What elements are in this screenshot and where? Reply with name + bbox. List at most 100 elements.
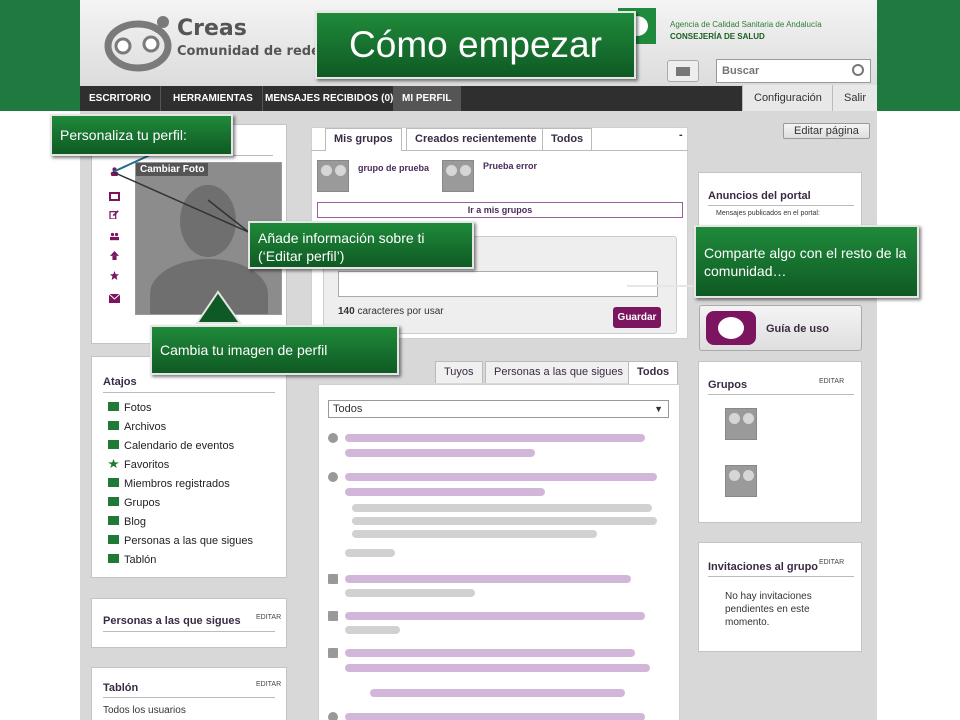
profile-icon[interactable] — [109, 167, 120, 176]
members-icon[interactable] — [109, 232, 120, 241]
upload-icon[interactable] — [109, 251, 120, 260]
feed-item-5-continued — [345, 664, 650, 672]
edit-icon[interactable] — [109, 210, 120, 219]
tab-todos-actividad[interactable]: Todos — [628, 361, 679, 384]
announcements-subtitle: Mensajes publicados en el portal: — [716, 210, 820, 217]
card-icon[interactable] — [109, 192, 120, 201]
shortcut-favoritos[interactable]: Favoritos — [124, 459, 169, 471]
agency-line-2: CONSEJERÍA DE SALUD — [670, 32, 765, 41]
group-link-2[interactable]: Prueba error — [483, 161, 537, 171]
tab-todos-grupos[interactable]: Todos — [542, 128, 593, 150]
group-link-1[interactable]: grupo de prueba — [358, 163, 429, 173]
group-avatar[interactable] — [725, 408, 757, 440]
save-button[interactable]: Guardar — [613, 307, 661, 328]
feed-timestamp — [345, 626, 400, 634]
shortcut-archivos[interactable]: Archivos — [124, 421, 166, 433]
groups-edit-link[interactable]: EDITAR — [819, 378, 844, 385]
edit-page-button[interactable]: Editar página — [783, 123, 870, 139]
nav-mensajes[interactable]: MENSAJES RECIBIDOS (0) — [256, 86, 404, 111]
my-groups-link[interactable]: Ir a mis grupos — [468, 205, 533, 215]
following-edit-link[interactable]: EDITAR — [256, 614, 281, 621]
page-title: Cómo empezar — [315, 11, 636, 79]
calendar-icon — [328, 574, 338, 584]
groups-panel-divider — [708, 394, 854, 395]
feed-item-1[interactable] — [345, 434, 645, 442]
search-icon[interactable] — [852, 64, 864, 76]
callout-anade: Añade información sobre ti (‘Editar perf… — [248, 221, 474, 269]
feed-item-1-continued — [345, 449, 535, 457]
following-divider — [103, 631, 275, 632]
wall-divider — [103, 697, 275, 698]
message-icon[interactable] — [109, 294, 120, 303]
globe-icon — [328, 472, 338, 482]
folder-icon — [108, 421, 119, 430]
invitations-divider — [708, 576, 854, 577]
feed-item-6[interactable] — [370, 689, 625, 697]
activity-filter-value: Todos — [333, 403, 363, 415]
shortcuts-title: Atajos — [103, 376, 137, 388]
file-icon — [328, 611, 338, 621]
feed-excerpt-line — [352, 530, 597, 538]
following-icon — [108, 535, 119, 544]
shortcut-grupos[interactable]: Grupos — [124, 497, 160, 509]
feed-excerpt-line — [352, 517, 657, 525]
tab-personas-sigues[interactable]: Personas a las que sigues — [485, 361, 633, 383]
shortcut-fotos[interactable]: Fotos — [124, 402, 152, 414]
search-input[interactable] — [717, 60, 842, 82]
char-counter: 140 caracteres por usar — [338, 306, 444, 317]
logout-button[interactable]: Salir — [832, 85, 877, 111]
groups-icon — [108, 497, 119, 506]
shortcut-personas[interactable]: Personas a las que sigues — [124, 535, 253, 547]
feed-timestamp — [345, 589, 475, 597]
shortcut-calendario[interactable]: Calendario de eventos — [124, 440, 234, 452]
tab-creados-recientemente[interactable]: Creados recientemente — [406, 128, 546, 150]
feed-item-2[interactable] — [345, 473, 657, 481]
status-textarea[interactable] — [338, 271, 658, 297]
user-icon — [328, 712, 338, 720]
file-icon — [328, 648, 338, 658]
wall-edit-link[interactable]: EDITAR — [256, 681, 281, 688]
shortcuts-divider — [103, 392, 275, 393]
shortcut-tablon[interactable]: Tablón — [124, 554, 156, 566]
mail-icon[interactable] — [667, 60, 699, 82]
nav-herramientas[interactable]: HERRAMIENTAS — [164, 86, 263, 111]
my-groups-link-box[interactable]: Ir a mis grupos — [317, 202, 683, 218]
feed-item-5[interactable] — [345, 649, 635, 657]
feed-item-4[interactable] — [345, 612, 645, 620]
invitations-title: Invitaciones al grupo — [708, 561, 819, 573]
feed-timestamp — [345, 549, 395, 557]
feed-excerpt-line — [352, 504, 652, 512]
search-box — [716, 59, 871, 83]
callout-cambia: Cambia tu imagen de perfil — [150, 325, 399, 375]
group-avatar[interactable] — [317, 160, 349, 192]
wall-icon — [108, 554, 119, 563]
nav-mi-perfil[interactable]: MI PERFIL — [393, 86, 462, 111]
globe-icon — [328, 433, 338, 443]
user-guide-button[interactable]: Guía de uso — [699, 305, 862, 351]
wall-filter[interactable]: Todos los usuarios — [103, 705, 186, 716]
feed-item-7[interactable] — [345, 713, 645, 720]
shortcut-miembros[interactable]: Miembros registrados — [124, 478, 230, 490]
activity-filter-select[interactable]: Todos ▼ — [328, 400, 669, 418]
tab-tuyos[interactable]: Tuyos — [435, 361, 483, 383]
creas-logo-icon[interactable] — [103, 14, 173, 74]
tab-mis-grupos[interactable]: Mis grupos — [325, 128, 402, 151]
agency-line-1: Agencia de Calidad Sanitaria de Andalucí… — [670, 20, 822, 29]
calendar-icon — [108, 440, 119, 449]
char-label: caracteres por usar — [357, 306, 444, 317]
star-icon[interactable] — [109, 271, 120, 280]
collapse-icon[interactable]: - — [679, 129, 683, 141]
logo-name: Creas — [177, 16, 247, 41]
invitations-edit-link[interactable]: EDITAR — [819, 559, 844, 566]
group-avatar[interactable] — [725, 465, 757, 497]
shortcut-blog[interactable]: Blog — [124, 516, 146, 528]
feed-item-3[interactable] — [345, 575, 631, 583]
nav-escritorio[interactable]: ESCRITORIO — [80, 86, 162, 111]
callout-personaliza: Personaliza tu perfil: — [50, 114, 233, 156]
settings-button[interactable]: Configuración — [742, 85, 833, 111]
creas-logo-icon — [706, 311, 756, 345]
group-avatar[interactable] — [442, 160, 474, 192]
announcements-divider — [708, 205, 854, 206]
agency-name: Agencia de Calidad Sanitaria de Andalucí… — [670, 19, 822, 43]
change-photo-button[interactable]: Cambiar Foto — [136, 163, 209, 176]
